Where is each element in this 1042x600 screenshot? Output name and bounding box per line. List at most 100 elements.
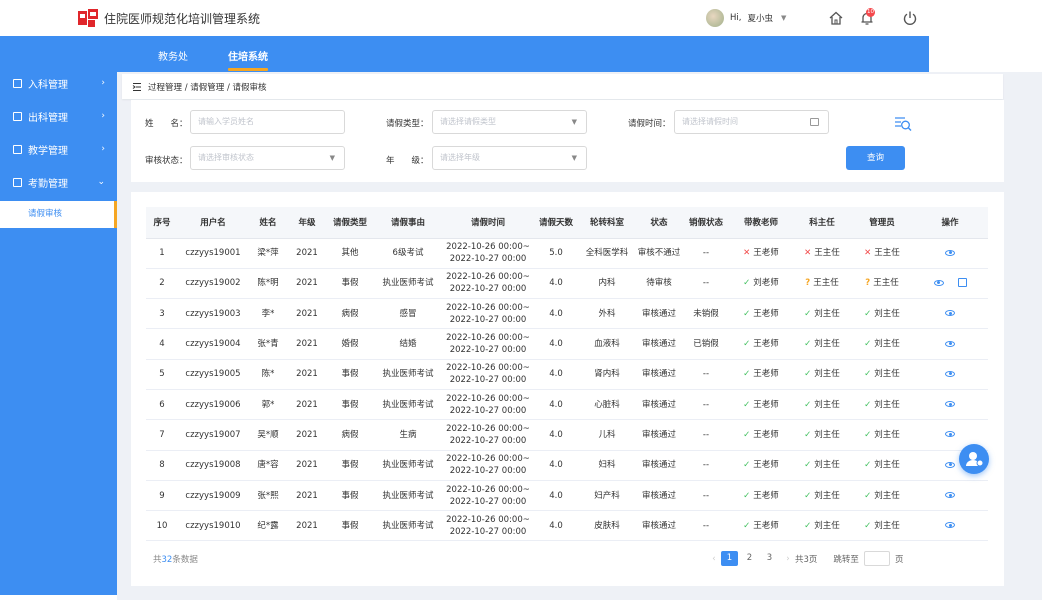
page-1[interactable]: 1: [721, 551, 738, 566]
cell-admin: ✓ 刘主任: [852, 419, 912, 451]
view-icon[interactable]: [945, 431, 955, 438]
cell-leave-days: 4.0: [534, 268, 578, 300]
approver-name: 王主任: [813, 278, 839, 289]
logo-icon: [78, 9, 98, 27]
breadcrumb-text: 过程管理 / 请假管理 / 请假审核: [148, 82, 267, 93]
check-icon: ✓: [804, 339, 812, 350]
leave-end: 2022-10-27 00:00: [449, 345, 527, 356]
sidebar-item-leave-review[interactable]: 请假审核: [0, 201, 117, 228]
approver-name: 刘主任: [874, 369, 900, 380]
table-row: 6 czzyys19006 郭* 2021 事假 执业医师考试 2022-10-26 00:…: [146, 389, 988, 421]
cell-status: 审核通过: [636, 328, 682, 360]
sidebar-item-exit[interactable]: 出科管理 ›: [0, 105, 117, 127]
table-row: 5 czzyys19005 陈* 2021 事假 执业医师考试 2022-10-26 00:…: [146, 359, 988, 390]
approver-name: 刘主任: [814, 460, 840, 471]
check-icon: ✓: [804, 520, 812, 531]
view-icon[interactable]: [945, 370, 955, 377]
column-header: 请假时间: [442, 207, 534, 239]
cell-department: 血液科: [578, 328, 636, 360]
cell-leave-type: 其他: [326, 238, 374, 269]
assistant-button[interactable]: [959, 444, 989, 474]
cell-grade: 2021: [288, 359, 326, 390]
view-icon[interactable]: [945, 522, 955, 529]
cell-index: 6: [146, 389, 178, 421]
advanced-search-icon[interactable]: [894, 116, 912, 132]
review-icon[interactable]: [957, 278, 967, 288]
view-icon[interactable]: [945, 461, 955, 468]
approver-name: 王老师: [753, 429, 779, 440]
cell-teacher: ✓ 王老师: [730, 359, 792, 390]
cell-director: ✓ 刘主任: [792, 419, 852, 451]
menu-fold-icon[interactable]: [132, 82, 142, 92]
tab-academic[interactable]: 教务处: [158, 48, 188, 63]
table-row: 1 czzyys19001 梁*萍 2021 其他 6级考试 2022-10-26 00:0…: [146, 238, 988, 269]
approver-name: 刘主任: [874, 490, 900, 501]
home-icon[interactable]: [828, 10, 844, 26]
user-name[interactable]: 夏小虫: [747, 12, 773, 24]
grade-label: 年 级：: [386, 156, 429, 166]
leave-end: 2022-10-27 00:00: [449, 405, 527, 416]
avatar[interactable]: [706, 9, 724, 27]
cell-username: czzyys19009: [178, 480, 248, 512]
view-icon[interactable]: [945, 310, 955, 317]
cell-teacher: ✓ 王老师: [730, 450, 792, 481]
cell-admin: ✓ 刘主任: [852, 328, 912, 360]
cell-department: 妇产科: [578, 480, 636, 512]
page-2[interactable]: 2: [741, 551, 758, 566]
cell-leave-time: 2022-10-26 00:00~ 2022-10-27 00:00: [442, 268, 534, 300]
cell-grade: 2021: [288, 389, 326, 421]
view-icon[interactable]: [933, 279, 944, 286]
sidebar-item-attendance[interactable]: 考勤管理 ⌄: [0, 171, 117, 193]
leave-time-picker[interactable]: 请选择请假时间: [674, 110, 829, 134]
leave-start: 2022-10-26 00:00~: [446, 423, 530, 434]
cell-leave-time: 2022-10-26 00:00~ 2022-10-27 00:00: [442, 238, 534, 269]
approver-name: 王主任: [874, 248, 900, 259]
check-icon: ✓: [743, 399, 751, 410]
approver-name: 王老师: [753, 339, 779, 350]
cell-admin: ✓ 刘主任: [852, 389, 912, 421]
view-icon[interactable]: [945, 340, 955, 347]
total-number: 32: [161, 555, 173, 565]
name-input[interactable]: 请输入学员姓名: [190, 110, 345, 134]
review-status-select[interactable]: 请选择审核状态 ▼: [190, 146, 345, 170]
next-page-icon[interactable]: ›: [781, 554, 795, 564]
chevron-right-icon: ›: [101, 78, 105, 88]
total-count: 共32条数据: [153, 553, 198, 565]
leave-type-select[interactable]: 请选择请假类型 ▼: [432, 110, 587, 134]
view-icon[interactable]: [945, 401, 955, 408]
cell-director: ✓ 刘主任: [792, 450, 852, 481]
check-icon: ✓: [864, 339, 872, 350]
cell-leave-type: 事假: [326, 450, 374, 481]
chevron-down-icon[interactable]: ▼: [781, 14, 786, 22]
approver-name: 王老师: [753, 399, 779, 410]
approver-name: 王老师: [753, 460, 779, 471]
power-icon[interactable]: [902, 10, 918, 26]
view-icon[interactable]: [945, 492, 955, 499]
sidebar-item-teaching[interactable]: 教学管理 ›: [0, 138, 117, 160]
cell-leave-reason: 生病: [374, 419, 442, 451]
column-header: 销假状态: [682, 207, 730, 239]
view-icon[interactable]: [945, 249, 955, 256]
approver-name: 刘主任: [874, 339, 900, 350]
page-3[interactable]: 3: [761, 551, 778, 566]
leave-end: 2022-10-27 00:00: [449, 284, 527, 295]
cell-leave-days: 4.0: [534, 450, 578, 481]
tab-residency[interactable]: 住培系统: [228, 48, 268, 63]
check-icon: ✓: [804, 308, 812, 319]
sidebar-item-enter[interactable]: 入科管理 ›: [0, 72, 117, 94]
approver-name: 王主任: [814, 248, 840, 259]
user-menu[interactable]: Hi, 夏小虫 ▼: [706, 8, 786, 28]
grade-select[interactable]: 请选择年级 ▼: [432, 146, 587, 170]
exit-icon: [13, 111, 22, 121]
check-icon: ✓: [804, 460, 812, 471]
check-icon: ✓: [864, 399, 872, 410]
jump-page-input[interactable]: [863, 551, 890, 566]
leave-type-placeholder: 请选择请假类型: [440, 117, 496, 126]
cell-teacher: ✓ 王老师: [730, 480, 792, 512]
cell-leave-reason: 执业医师考试: [374, 359, 442, 390]
leave-start: 2022-10-26 00:00~: [446, 302, 530, 313]
sidebar: 入科管理 › 出科管理 › 教学管理 › 考勤管理 ⌄ 请假审核: [0, 72, 117, 595]
query-button[interactable]: 查询: [846, 146, 905, 170]
prev-page-icon[interactable]: ‹: [707, 554, 721, 564]
cell-leave-time: 2022-10-26 00:00~ 2022-10-27 00:00: [442, 480, 534, 512]
